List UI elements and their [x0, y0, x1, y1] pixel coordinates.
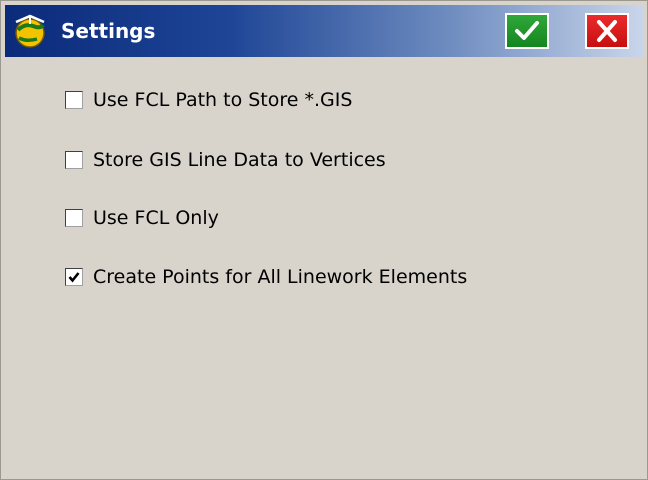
title-bar: Settings — [5, 5, 643, 57]
option-label: Store GIS Line Data to Vertices — [93, 149, 386, 171]
option-use-fcl-only[interactable]: Use FCL Only — [65, 203, 219, 233]
compass-globe-icon — [11, 12, 49, 50]
check-mark-icon — [67, 153, 81, 167]
checkbox-create-points-linework[interactable] — [65, 268, 83, 286]
check-mark-icon — [67, 211, 81, 225]
ok-button[interactable] — [505, 13, 549, 49]
check-mark-icon — [67, 93, 81, 107]
close-button[interactable] — [585, 13, 629, 49]
checkbox-use-fcl-only[interactable] — [65, 209, 83, 227]
checkbox-use-fcl-path[interactable] — [65, 91, 83, 109]
check-mark-icon — [68, 272, 80, 283]
window-title: Settings — [61, 19, 156, 43]
checkmark-icon — [515, 21, 539, 40]
settings-window: Settings Use FCL Path to Store *.GIS Sto… — [0, 0, 648, 480]
option-label: Use FCL Only — [93, 207, 219, 229]
option-label: Use FCL Path to Store *.GIS — [93, 89, 353, 111]
checkbox-store-gis-line-data[interactable] — [65, 151, 83, 169]
option-store-gis-line-data[interactable]: Store GIS Line Data to Vertices — [65, 145, 386, 175]
settings-options: Use FCL Path to Store *.GIS Store GIS Li… — [1, 61, 647, 479]
close-x-icon — [597, 20, 617, 42]
option-label: Create Points for All Linework Elements — [93, 266, 468, 288]
option-use-fcl-path[interactable]: Use FCL Path to Store *.GIS — [65, 85, 352, 115]
option-create-points-linework[interactable]: Create Points for All Linework Elements — [65, 262, 467, 292]
